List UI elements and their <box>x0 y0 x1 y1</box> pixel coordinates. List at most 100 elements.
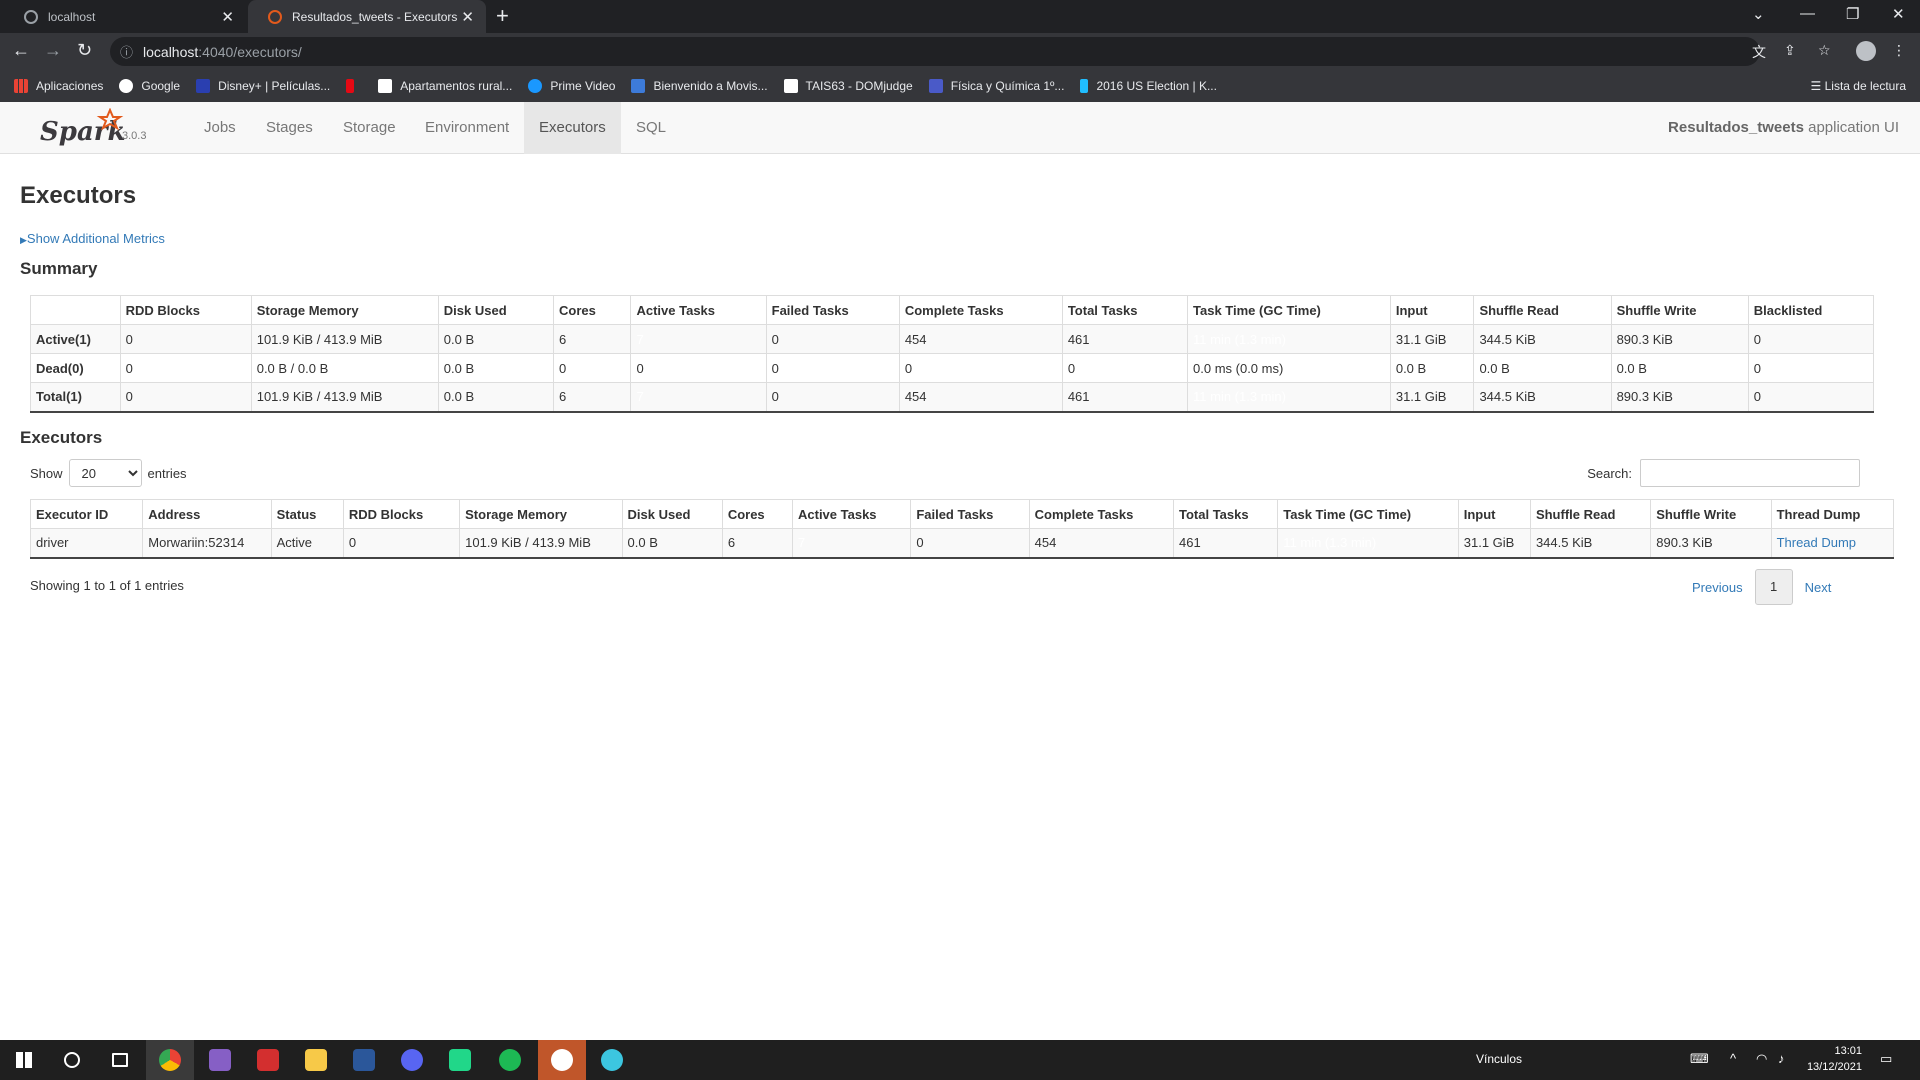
translate-icon[interactable]: 文 <box>1752 42 1766 62</box>
close-tab-icon[interactable]: ✕ <box>461 8 474 26</box>
next-button[interactable]: Next <box>1793 580 1844 595</box>
task-view-icon[interactable] <box>96 1040 144 1080</box>
column-header-complete-tasks[interactable]: Complete Tasks <box>898 295 1063 325</box>
word-icon[interactable] <box>340 1040 388 1080</box>
bookmark-label: Apartamentos rural... <box>400 79 513 93</box>
discord-icon[interactable] <box>388 1040 436 1080</box>
notifications-icon[interactable]: ▭ <box>1880 1051 1892 1067</box>
address-bar[interactable]: ⓘ localhost:4040/executors/ <box>110 37 1760 66</box>
profile-avatar[interactable] <box>1856 41 1876 61</box>
bookmark-domjudge[interactable]: TAIS63 - DOMjudge <box>783 79 913 93</box>
nav-storage[interactable]: Storage <box>343 102 396 154</box>
clock[interactable]: 13:01 13/12/2021 <box>1802 1043 1862 1075</box>
bookmark-prime-video[interactable]: Prime Video <box>528 79 615 93</box>
thread-dump-link[interactable]: Thread Dump <box>1777 535 1856 550</box>
nav-executors[interactable]: Executors <box>524 102 621 154</box>
column-header-disk-used[interactable]: Disk Used <box>621 499 723 529</box>
column-header-active-tasks[interactable]: Active Tasks <box>791 499 912 529</box>
forward-icon[interactable]: → <box>44 40 62 61</box>
restore-icon[interactable]: ❐ <box>1846 5 1859 23</box>
column-header-rdd-blocks[interactable]: RDD Blocks <box>119 295 252 325</box>
chrome-icon[interactable] <box>146 1040 194 1080</box>
column-header-storage-memory[interactable]: Storage Memory <box>459 499 623 529</box>
wifi-icon[interactable]: ◠ <box>1756 1051 1767 1067</box>
star-icon[interactable]: ☆ <box>1818 42 1831 59</box>
column-header-disk-used[interactable]: Disk Used <box>437 295 555 325</box>
bookmark-fisica[interactable]: Física y Química 1º... <box>928 79 1064 93</box>
previous-button[interactable]: Previous <box>1680 580 1755 595</box>
column-header-shuffle-read[interactable]: Shuffle Read <box>1529 499 1652 529</box>
tab-executors[interactable]: Resultados_tweets - Executors ✕ <box>248 0 486 33</box>
summary-cell-cores: 6 <box>553 382 632 413</box>
close-tab-icon[interactable]: ✕ <box>221 8 234 26</box>
show-additional-metrics-link[interactable]: ▶Show Additional Metrics <box>20 231 165 246</box>
column-header-total-tasks[interactable]: Total Tasks <box>1061 295 1189 325</box>
taskbar: Vínculos ⌨ ^ ◠ ♪ 13:01 13/12/2021 ▭ <box>0 1040 1920 1080</box>
minimize-icon[interactable]: — <box>1800 5 1815 22</box>
windows-start-icon[interactable] <box>0 1040 48 1080</box>
reading-list[interactable]: ☰ Lista de lectura <box>1811 79 1906 93</box>
bookmark-apartamentos[interactable]: Apartamentos rural... <box>378 79 512 93</box>
column-header-shuffle-write[interactable]: Shuffle Write <box>1610 295 1749 325</box>
column-header-failed-tasks[interactable]: Failed Tasks <box>765 295 900 325</box>
column-header-cores[interactable]: Cores <box>553 295 632 325</box>
nav-stages[interactable]: Stages <box>266 102 313 154</box>
nav-environment[interactable]: Environment <box>425 102 509 154</box>
volume-icon[interactable]: ♪ <box>1778 1051 1785 1066</box>
acrobat-icon[interactable] <box>244 1040 292 1080</box>
column-header-task-time-gc-time[interactable]: Task Time (GC Time) <box>1187 295 1391 325</box>
bookmark-kaggle[interactable]: 2016 US Election | K... <box>1080 79 1217 93</box>
column-header-input[interactable]: Input <box>1457 499 1531 529</box>
chevron-up-icon[interactable]: ^ <box>1730 1051 1736 1066</box>
slack-icon[interactable] <box>538 1040 586 1080</box>
tab-search-icon[interactable]: ⌄ <box>1752 5 1765 23</box>
summary-cell-total-tasks: 461 <box>1061 324 1189 354</box>
share-icon[interactable]: ⇪ <box>1784 42 1796 59</box>
visual-studio-icon[interactable] <box>196 1040 244 1080</box>
links-toolbar[interactable]: Vínculos <box>1476 1052 1522 1066</box>
app-store-icon[interactable] <box>588 1040 636 1080</box>
info-icon[interactable]: ⓘ <box>120 42 133 61</box>
keyboard-icon[interactable]: ⌨ <box>1690 1051 1709 1067</box>
column-header-executor-id[interactable]: Executor ID <box>29 499 144 529</box>
search-icon[interactable] <box>48 1040 96 1080</box>
bookmark-movistar[interactable]: Bienvenido a Movis... <box>631 79 768 93</box>
column-header-storage-memory[interactable]: Storage Memory <box>250 295 439 325</box>
executor-cell-active-tasks: 7 <box>791 528 912 559</box>
column-header-blank[interactable] <box>30 295 121 325</box>
summary-row-label: Total(1) <box>30 382 121 413</box>
column-header-address[interactable]: Address <box>142 499 272 529</box>
column-header-blacklisted[interactable]: Blacklisted <box>1747 295 1875 325</box>
column-header-failed-tasks[interactable]: Failed Tasks <box>910 499 1030 529</box>
column-header-rdd-blocks[interactable]: RDD Blocks <box>342 499 461 529</box>
back-icon[interactable]: ← <box>12 40 30 61</box>
spark-logo[interactable]: Spark 3.0.3 <box>38 107 158 148</box>
column-header-total-tasks[interactable]: Total Tasks <box>1172 499 1279 529</box>
new-tab-icon[interactable]: + <box>496 3 509 29</box>
column-header-task-time-gc-time[interactable]: Task Time (GC Time) <box>1277 499 1459 529</box>
file-explorer-icon[interactable] <box>292 1040 340 1080</box>
search-input[interactable] <box>1640 459 1860 487</box>
column-header-shuffle-read[interactable]: Shuffle Read <box>1473 295 1612 325</box>
column-header-complete-tasks[interactable]: Complete Tasks <box>1028 499 1175 529</box>
close-window-icon[interactable]: ✕ <box>1892 5 1905 23</box>
bookmark-google[interactable]: Google <box>119 79 180 93</box>
column-header-cores[interactable]: Cores <box>721 499 794 529</box>
column-header-status[interactable]: Status <box>270 499 344 529</box>
bookmark-apps[interactable]: Aplicaciones <box>14 79 103 93</box>
page-length-select[interactable]: 20 <box>68 459 142 487</box>
column-header-shuffle-write[interactable]: Shuffle Write <box>1650 499 1772 529</box>
nav-sql[interactable]: SQL <box>636 102 666 154</box>
menu-icon[interactable]: ⋮ <box>1892 42 1906 59</box>
column-header-input[interactable]: Input <box>1389 295 1475 325</box>
nav-jobs[interactable]: Jobs <box>204 102 236 154</box>
bookmark-netflix[interactable] <box>346 79 362 93</box>
spotify-icon[interactable] <box>486 1040 534 1080</box>
reload-icon[interactable]: ↻ <box>77 40 92 61</box>
column-header-active-tasks[interactable]: Active Tasks <box>630 295 767 325</box>
page-1-button[interactable]: 1 <box>1754 569 1793 605</box>
pycharm-icon[interactable] <box>436 1040 484 1080</box>
tab-localhost[interactable]: localhost ✕ <box>4 0 246 33</box>
bookmark-disney[interactable]: Disney+ | Películas... <box>196 79 330 93</box>
column-header-thread-dump[interactable]: Thread Dump <box>1770 499 1895 529</box>
